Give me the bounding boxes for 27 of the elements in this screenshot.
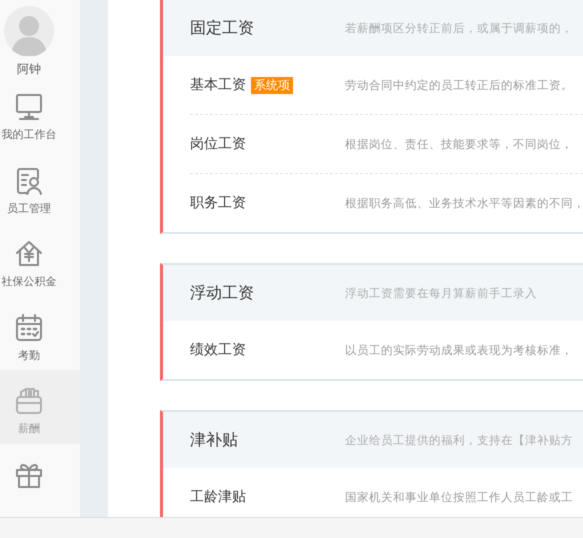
id-card-icon xyxy=(14,166,44,196)
wallet-icon xyxy=(14,386,44,416)
section-title: 浮动工资 xyxy=(189,282,255,304)
nav-item[interactable]: 社保公积金 xyxy=(0,223,80,296)
item-name: 工龄津贴 xyxy=(190,488,246,506)
item-name: 岗位工资 xyxy=(190,135,246,153)
section-title: 津补贴 xyxy=(189,430,239,450)
house-icon xyxy=(14,239,44,269)
item-description: 根据职务高低、业务技术水平等因素的不同， xyxy=(345,196,583,210)
item-name: 基本工资 xyxy=(190,76,246,94)
section-title: 固定工资 xyxy=(189,18,255,38)
calendar-icon xyxy=(14,312,44,342)
item-description: 根据岗位、责任、技能要求等，不同岗位， xyxy=(345,136,573,152)
nav-item[interactable]: 员工管理 xyxy=(0,150,80,223)
section-description: 企业给员工提供的福利，支持在【津补贴方 xyxy=(345,432,573,448)
monitor-icon xyxy=(14,92,44,122)
item-description: 国家机关和事业单位按照工作人员工龄或工 xyxy=(345,490,573,504)
section-description: 若薪酬项区分转正前后，或属于调薪项的， xyxy=(345,20,573,36)
item-name: 绩效工资 xyxy=(190,341,246,359)
system-badge: 系统项 xyxy=(251,76,293,94)
item-description: 以员工的实际劳动成果或表现为考核标准， xyxy=(345,342,573,358)
item-name: 职务工资 xyxy=(190,194,246,212)
nav-item[interactable]: 考勤 xyxy=(0,296,80,370)
nav-item[interactable]: 我的工作台 xyxy=(0,76,80,150)
user-name: 阿钟 xyxy=(17,62,41,76)
section-description: 浮动工资需要在每月算薪前手工录入 xyxy=(345,286,537,300)
item-description: 劳动合同中约定的员工转正后的标准工资。 xyxy=(345,78,573,92)
